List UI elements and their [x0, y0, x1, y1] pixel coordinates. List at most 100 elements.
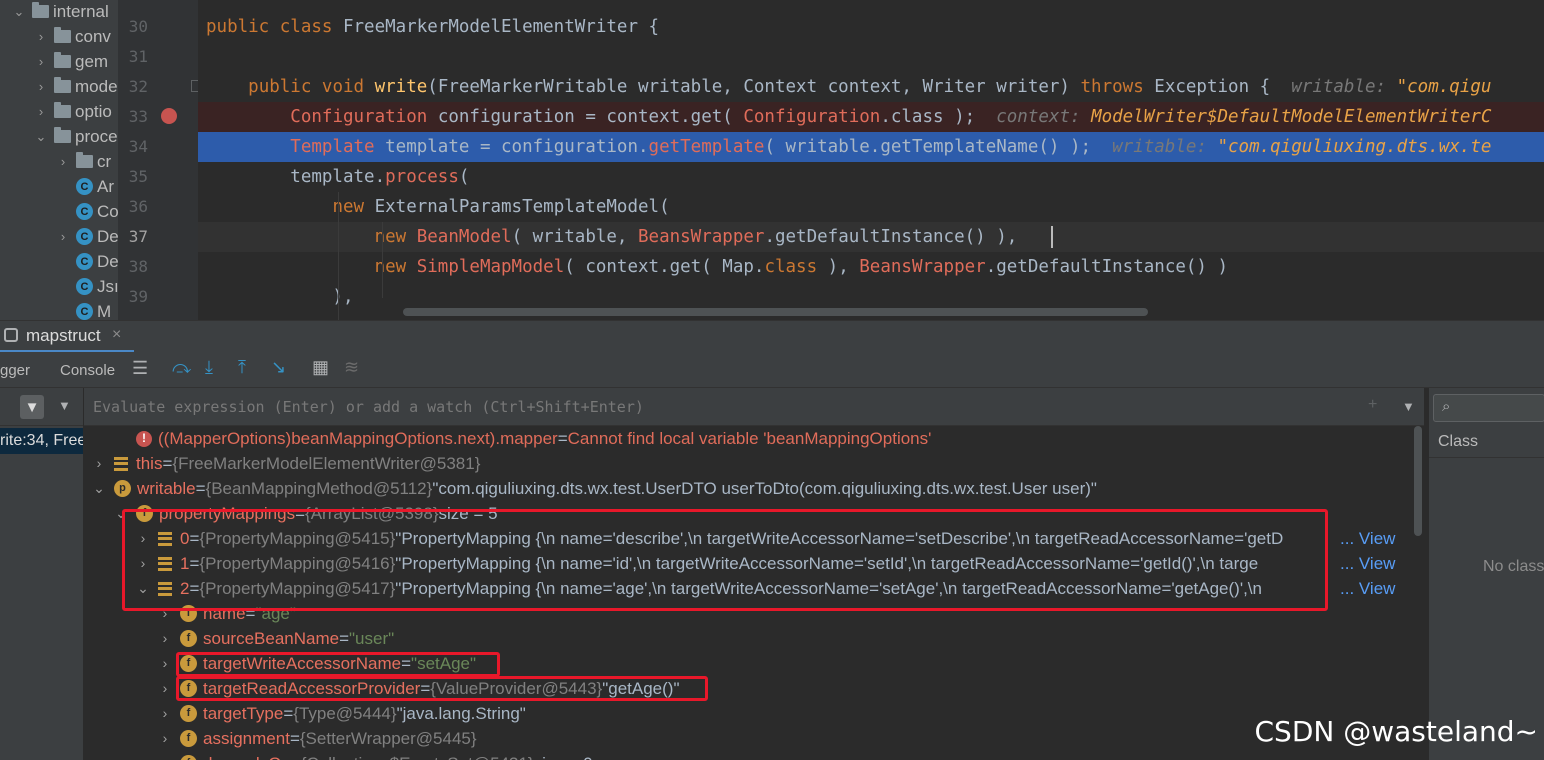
chevron-right-icon[interactable]: › [158, 676, 172, 701]
step-into-icon[interactable]: ⤓ [205, 357, 213, 378]
debug-session-tab[interactable]: mapstruct [26, 326, 101, 346]
object-id: {Type@5444} [293, 704, 397, 723]
chevron-right-icon[interactable]: › [158, 726, 172, 751]
variable-row[interactable]: › f dependsOn = {Collections$EmptySet@5431… [158, 751, 593, 760]
variable-row[interactable]: › f targetType = {Type@5444} "java.lang.St… [158, 701, 526, 726]
code-token: getTemplate [648, 137, 765, 157]
code-line[interactable]: public class FreeMarkerModelElementWrite… [198, 12, 1544, 42]
variable-row[interactable]: › this = {FreeMarkerModelElementWriter@53… [92, 451, 481, 476]
debug-icon [4, 328, 18, 342]
chevron-right-icon[interactable]: › [34, 29, 48, 44]
close-session-icon[interactable]: × [112, 326, 121, 344]
code-line[interactable]: Template template = configuration.getTem… [198, 132, 1544, 162]
filter-icon[interactable]: ▼ [20, 395, 44, 419]
chevron-down-icon[interactable]: ▼ [1402, 399, 1415, 414]
tree-item[interactable]: ⌄ internal [12, 0, 109, 24]
tree-item-label: optio [75, 101, 112, 121]
code-token: class [764, 257, 828, 277]
tree-item[interactable]: C Jsı [56, 274, 118, 299]
tab-debugger[interactable]: gger [0, 362, 30, 379]
code-line[interactable]: template.process( [198, 162, 1544, 192]
tree-item[interactable]: › gem [34, 49, 108, 74]
code-token: Configuration [743, 107, 881, 127]
chevron-right-icon[interactable]: › [158, 651, 172, 676]
add-watch-icon[interactable]: + [1368, 396, 1377, 414]
object-id: {BeanMappingMethod@5112} [205, 479, 433, 498]
class-column-header[interactable]: Class [1438, 433, 1478, 451]
frames-menu-icon[interactable]: ☰ [132, 358, 148, 379]
tree-item[interactable]: ⌄ proce [34, 124, 118, 149]
chevron-right-icon[interactable]: › [92, 451, 106, 476]
chevron-down-icon[interactable]: ⌄ [12, 4, 26, 20]
tree-item[interactable]: C De [56, 249, 118, 274]
editor-gutter: 30313233343536373839💡 [118, 0, 236, 320]
vertical-scrollbar[interactable] [1414, 426, 1422, 536]
chevron-right-icon[interactable]: › [158, 626, 172, 651]
tree-item[interactable]: › cr [56, 149, 111, 174]
tree-item[interactable]: › conv [34, 24, 111, 49]
code-line[interactable] [198, 42, 1544, 72]
chevron-right-icon[interactable]: › [34, 79, 48, 94]
run-to-cursor-icon[interactable]: ↘ [271, 357, 286, 378]
equals-sign: = [162, 454, 173, 473]
code-line[interactable]: public void write(FreeMarkerWritable wri… [198, 72, 1544, 102]
tree-item[interactable]: › C De [56, 224, 118, 249]
chevron-right-icon[interactable]: › [56, 154, 70, 169]
chevron-right-icon[interactable]: › [158, 751, 172, 760]
view-link[interactable]: ... View [1336, 576, 1396, 601]
variable-row[interactable]: › f assignment = {SetterWrapper@5445} [158, 726, 477, 751]
equals-sign: = [283, 704, 294, 723]
tree-item[interactable]: CM [56, 299, 111, 320]
code-editor[interactable]: public class FreeMarkerModelElementWrite… [198, 0, 1544, 320]
line-number: 37 [128, 227, 148, 246]
variable-row[interactable]: ! ((MapperOptions)beanMappingOptions.next… [114, 426, 931, 451]
class-icon: C [76, 303, 93, 320]
tree-item[interactable]: C Co [56, 199, 118, 224]
tree-item[interactable]: › mode [34, 74, 118, 99]
line-number: 31 [128, 47, 148, 66]
evaluate-expression-icon[interactable]: ▦ [312, 357, 329, 378]
variable-row[interactable]: › f sourceBeanName = "user" [158, 626, 395, 651]
tab-console[interactable]: Console [60, 362, 115, 379]
folder-icon [32, 2, 49, 18]
trace-stream-icon[interactable]: ≋ [344, 357, 359, 378]
line-number: 38 [128, 257, 148, 276]
chevron-down-icon[interactable]: ⌄ [92, 476, 106, 501]
step-out-icon[interactable]: ⤒ [238, 357, 246, 378]
chevron-right-icon[interactable]: › [34, 54, 48, 69]
chevron-right-icon[interactable]: › [34, 104, 48, 119]
class-icon: C [76, 178, 93, 195]
view-link[interactable]: ... View [1336, 526, 1396, 551]
code-token: .getDefaultInstance() ), [764, 227, 1018, 247]
view-link[interactable]: ... View [1336, 551, 1396, 576]
tree-item-label: Jsı [97, 276, 118, 296]
code-line[interactable]: new SimpleMapModel( context.get( Map.cla… [198, 252, 1544, 282]
tree-item[interactable]: › optio [34, 99, 112, 124]
chevron-down-icon[interactable]: ▼ [58, 398, 71, 413]
chevron-right-icon[interactable]: › [56, 229, 70, 244]
project-tree: ⌄ internal › conv › gem › mode › optio ⌄ proce › cr C A… [0, 0, 118, 320]
code-token: ( context.get( Map. [564, 257, 765, 277]
code-line[interactable]: new ExternalParamsTemplateModel( [198, 192, 1544, 222]
line-number: 36 [128, 197, 148, 216]
horizontal-scrollbar[interactable] [403, 308, 1148, 316]
watermark: CSDN @wasteland~ [1254, 715, 1539, 748]
step-over-icon[interactable]: ⤼ [172, 357, 191, 378]
folder-icon [54, 77, 71, 93]
tree-item-label: M [97, 301, 112, 321]
tree-item[interactable]: C Ar [56, 174, 114, 199]
code-token: writable: [1291, 77, 1397, 97]
code-token: write [374, 77, 428, 97]
breakpoint-icon[interactable] [161, 108, 177, 124]
chevron-right-icon[interactable]: › [158, 701, 172, 726]
stack-frame[interactable]: rite:34, Free [0, 428, 83, 454]
code-line[interactable]: new BeanModel( writable, BeansWrapper.ge… [198, 222, 1544, 252]
variable-row[interactable]: ⌄ p writable = {BeanMappingMethod@5112} "c… [92, 476, 1097, 501]
debug-toolbar: gger Console ☰ ⤼ ⤓ ⤒ ↘ ▦ ≋ [0, 352, 1544, 388]
chevron-down-icon[interactable]: ⌄ [34, 129, 48, 145]
watch-bar: Evaluate expression (Enter) or add a wat… [84, 388, 1424, 426]
watch-input[interactable]: Evaluate expression (Enter) or add a wat… [93, 398, 644, 416]
code-line[interactable]: Configuration configuration = context.ge… [198, 102, 1544, 132]
folder-icon [54, 27, 71, 43]
